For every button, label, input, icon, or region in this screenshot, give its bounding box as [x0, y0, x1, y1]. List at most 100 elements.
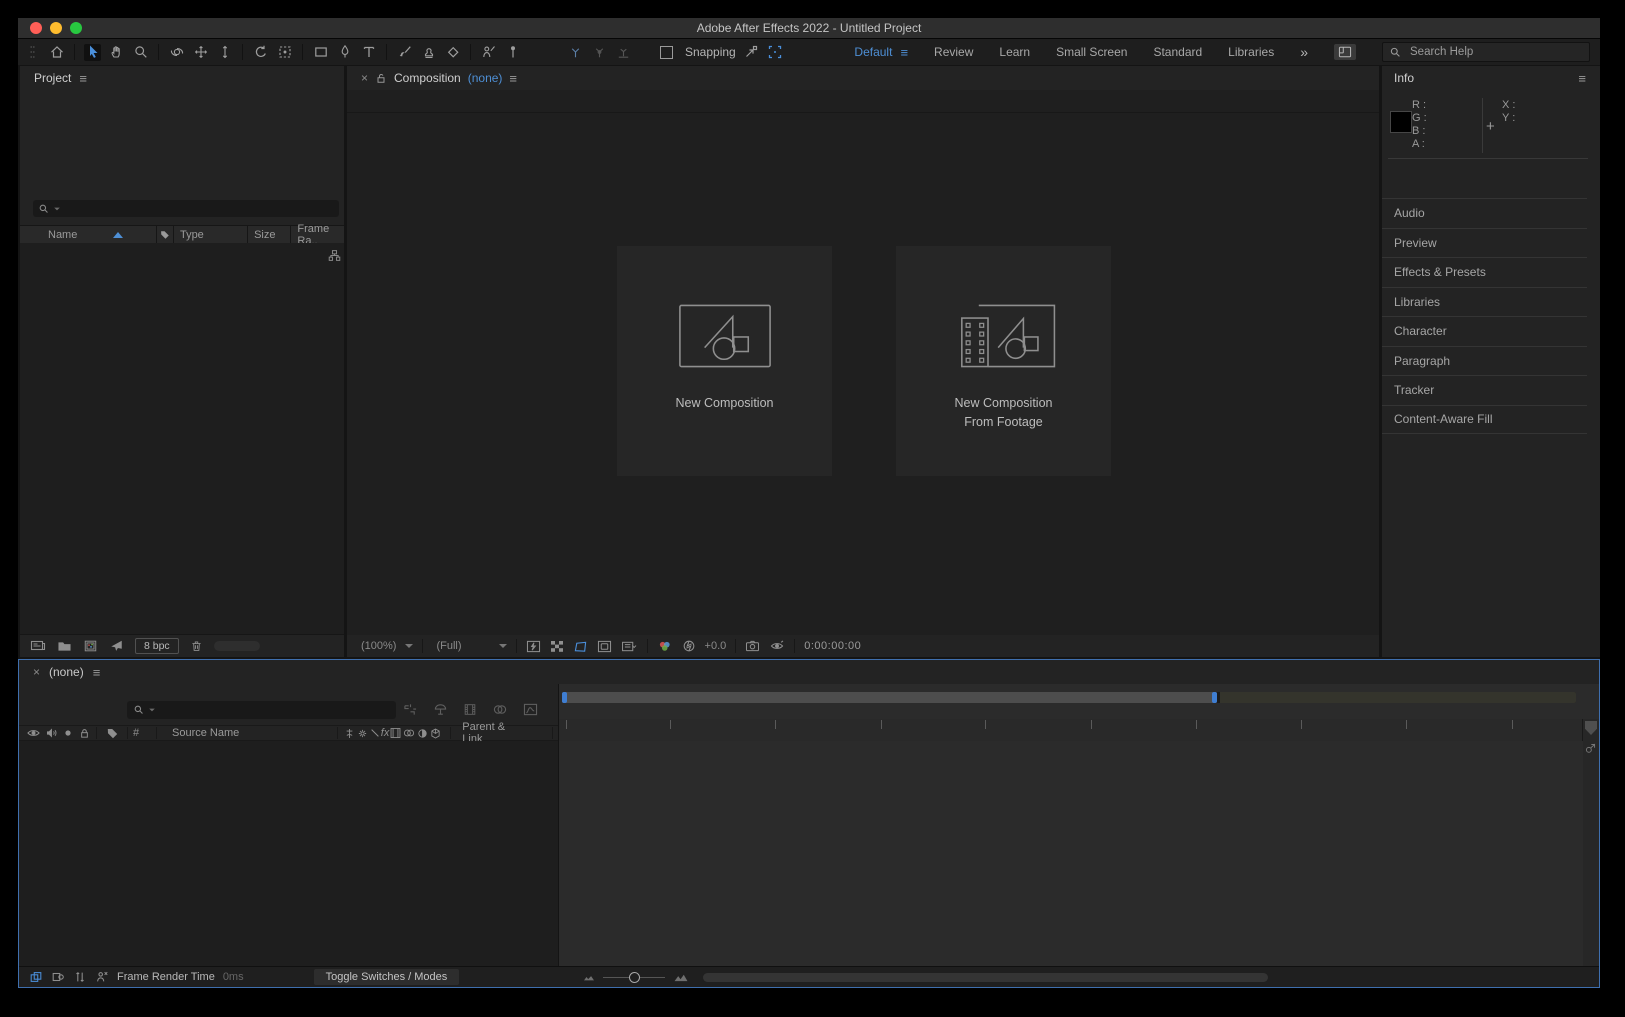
project-tab-label[interactable]: Project [34, 71, 71, 85]
workspace-overflow-button[interactable]: » [1300, 44, 1308, 60]
column-label-color[interactable] [157, 226, 174, 243]
zoom-slider-knob[interactable] [629, 972, 640, 983]
trash-icon[interactable] [190, 639, 203, 653]
hand-tool-icon[interactable] [108, 44, 125, 61]
paper-plane-icon[interactable] [109, 639, 124, 653]
quality-icon[interactable] [343, 727, 356, 740]
magnification-caret-icon[interactable] [405, 644, 413, 648]
help-search-input[interactable] [1408, 45, 1562, 59]
sampling-icon[interactable] [369, 727, 381, 739]
timeline-search-input[interactable] [159, 702, 363, 719]
lock-open-icon[interactable] [375, 72, 387, 85]
minimize-window-button[interactable] [50, 22, 62, 34]
track-area[interactable] [559, 741, 1583, 967]
new-composition-card[interactable]: New Composition [617, 246, 832, 476]
type-tool-icon[interactable] [360, 44, 377, 61]
show-snapshot-icon[interactable] [769, 640, 785, 652]
workspace-tab-small-screen[interactable]: Small Screen [1056, 45, 1127, 59]
3d-layer-icon[interactable] [429, 727, 442, 740]
workspace-tab-libraries[interactable]: Libraries [1228, 45, 1274, 59]
resolution-caret-icon[interactable] [499, 644, 507, 648]
new-composition-icon[interactable] [83, 639, 98, 653]
sidebar-item-audio[interactable]: Audio [1382, 198, 1587, 228]
local-axis-mode-icon[interactable] [567, 44, 584, 61]
timeline-search-box[interactable] [127, 701, 396, 719]
source-name-column[interactable]: Source Name [172, 727, 279, 739]
timeline-zoom-slider[interactable] [603, 977, 665, 978]
adjustment-layer-icon[interactable] [416, 727, 429, 740]
label-color-column[interactable] [102, 727, 122, 740]
timeline-panel-menu-icon[interactable]: ≡ [93, 665, 101, 680]
project-flowchart-icon[interactable] [328, 249, 341, 262]
sidebar-item-tracker[interactable]: Tracker [1382, 375, 1587, 405]
home-tool-icon[interactable] [48, 44, 65, 61]
time-navigator-span[interactable] [562, 692, 1217, 703]
graph-editor-icon[interactable] [523, 703, 538, 716]
column-size[interactable]: Size [248, 226, 291, 243]
rectangle-tool-icon[interactable] [312, 44, 329, 61]
workspace-tab-default[interactable]: Default [854, 45, 892, 59]
draft-3d-icon[interactable] [433, 703, 448, 716]
column-frame-rate[interactable]: Frame Ra.. [291, 226, 344, 243]
project-search-input[interactable] [64, 200, 308, 217]
index-column[interactable]: # [133, 727, 151, 739]
interpret-footage-icon[interactable] [30, 639, 46, 653]
solo-icon[interactable] [63, 728, 73, 738]
pan-camera-tool-icon[interactable] [192, 44, 209, 61]
snapshot-camera-icon[interactable] [745, 640, 760, 652]
eraser-tool-icon[interactable] [444, 44, 461, 61]
composition-panel-menu-icon[interactable]: ≡ [509, 71, 517, 86]
roto-brush-tool-icon[interactable] [480, 44, 497, 61]
sidebar-item-character[interactable]: Character [1382, 316, 1587, 346]
fx-icon[interactable]: fx [381, 727, 390, 739]
mask-visibility-icon[interactable] [597, 640, 612, 653]
world-axis-mode-icon[interactable] [591, 44, 608, 61]
project-search-box[interactable] [33, 200, 339, 217]
frame-blend-icon[interactable] [463, 703, 477, 716]
info-panel-menu-icon[interactable]: ≡ [1578, 71, 1586, 86]
zoom-tool-icon[interactable] [132, 44, 149, 61]
sidebar-item-preview[interactable]: Preview [1382, 228, 1587, 258]
motion-blur-icon[interactable] [492, 703, 508, 716]
toggle-switches-modes-button[interactable]: Toggle Switches / Modes [314, 969, 460, 985]
layer-list-area[interactable] [19, 741, 558, 967]
snap-cursor-icon[interactable] [743, 44, 760, 61]
transfer-controls-toggle-icon[interactable] [51, 970, 65, 984]
motion-blur-column-icon[interactable] [402, 727, 416, 739]
workspace-tab-learn[interactable]: Learn [999, 45, 1030, 59]
time-ruler[interactable] [559, 719, 1583, 742]
rotation-tool-icon[interactable] [252, 44, 269, 61]
close-tab-icon[interactable]: × [361, 71, 368, 85]
new-composition-from-footage-card[interactable]: New Composition From Footage [896, 246, 1111, 476]
camera-tool-icon[interactable] [276, 44, 293, 61]
resolution-select[interactable]: (Full) [436, 640, 461, 652]
maximize-window-button[interactable] [70, 22, 82, 34]
fast-previews-icon[interactable] [526, 640, 541, 653]
scroll-thumb[interactable] [1585, 721, 1597, 735]
exposure-icon[interactable] [682, 639, 696, 653]
transparency-grid-icon[interactable] [550, 640, 564, 653]
mini-flowchart-icon[interactable] [403, 703, 418, 716]
workspace-menu-icon[interactable]: ≡ [900, 45, 908, 60]
help-search-box[interactable] [1382, 42, 1590, 62]
timeline-tab-label[interactable]: (none) [49, 665, 84, 679]
workspace-tab-review[interactable]: Review [934, 45, 973, 59]
crop-region-icon[interactable] [621, 640, 638, 653]
zoom-in-mountain-icon[interactable] [673, 971, 689, 983]
video-visibility-icon[interactable] [26, 727, 41, 739]
column-name[interactable]: Name [20, 226, 157, 243]
pen-tool-icon[interactable] [336, 44, 353, 61]
search-options-caret-icon[interactable] [149, 709, 155, 712]
navigator-end-handle[interactable] [1212, 692, 1217, 703]
frame-blend-column-icon[interactable] [389, 727, 402, 739]
sidebar-item-libraries[interactable]: Libraries [1382, 287, 1587, 317]
audio-icon[interactable] [45, 727, 58, 739]
time-navigator[interactable] [562, 692, 1576, 703]
timeline-horizontal-scrollbar[interactable] [703, 973, 1268, 982]
comp-marker-icon[interactable] [1584, 743, 1597, 755]
sidebar-item-effects-presets[interactable]: Effects & Presets [1382, 257, 1587, 287]
project-panel-menu-icon[interactable]: ≡ [79, 71, 87, 86]
navigator-start-handle[interactable] [562, 692, 567, 703]
layer-switches-toggle-icon[interactable] [29, 970, 43, 984]
composition-tab-label[interactable]: Composition [394, 71, 461, 85]
